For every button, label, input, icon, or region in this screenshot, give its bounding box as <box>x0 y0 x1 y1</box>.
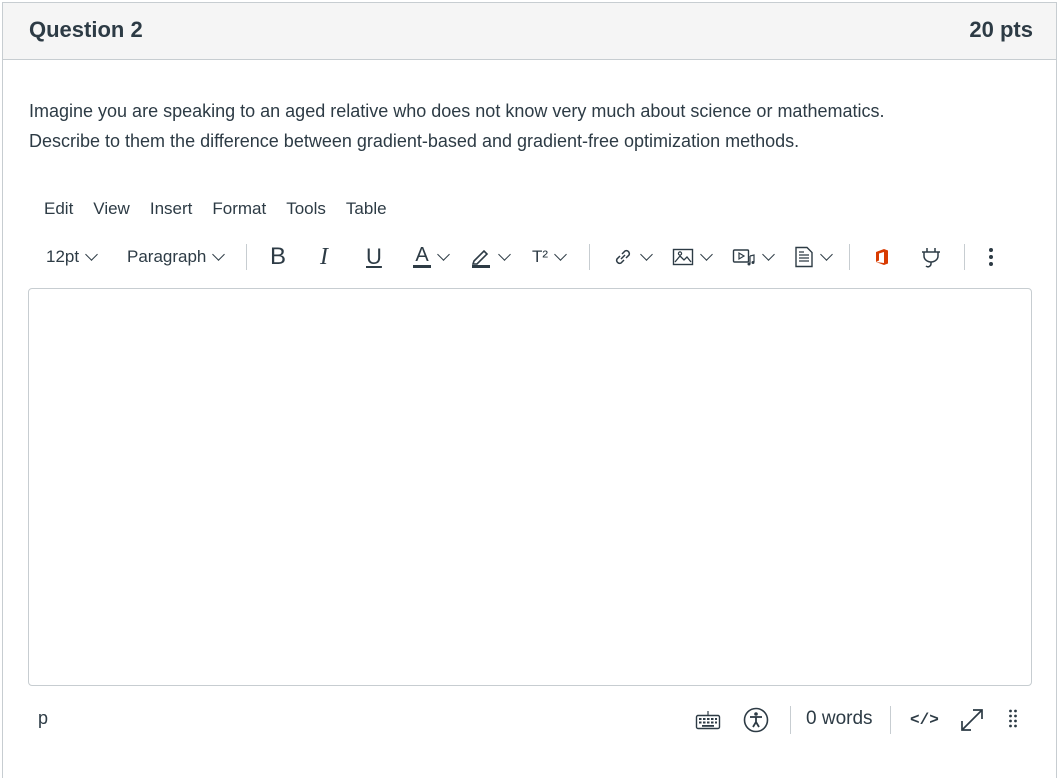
superscript-button[interactable]: T² <box>532 240 567 274</box>
statusbar-divider <box>790 706 791 734</box>
italic-icon: I <box>320 243 328 270</box>
font-size-value: 12pt <box>46 247 80 266</box>
image-icon <box>672 248 694 266</box>
bold-icon: B <box>270 243 287 270</box>
menu-tools[interactable]: Tools <box>272 197 336 221</box>
block-format-select[interactable]: Paragraph <box>127 240 226 274</box>
chevron-down-icon <box>437 247 450 261</box>
link-button[interactable] <box>612 240 653 274</box>
element-path[interactable]: p <box>38 708 48 729</box>
statusbar-divider <box>890 706 891 734</box>
underline-icon: U <box>366 244 382 269</box>
bold-button[interactable]: B <box>270 240 286 274</box>
highlight-button[interactable] <box>470 240 511 274</box>
question-text-line: Describe to them the difference between … <box>29 131 800 151</box>
keyboard-icon <box>695 711 721 730</box>
document-icon <box>795 246 813 268</box>
chevron-down-icon <box>700 247 713 261</box>
plug-icon <box>922 248 940 268</box>
accessibility-icon <box>743 707 769 733</box>
highlight-icon <box>471 249 490 268</box>
editor-menubar: Edit View Insert Format Tools Table <box>30 197 393 221</box>
media-button[interactable] <box>732 240 775 274</box>
block-format-value: Paragraph <box>127 247 207 266</box>
question-text: Imagine you are speaking to an aged rela… <box>29 96 1029 156</box>
toolbar-divider <box>589 244 590 270</box>
editor-toolbar: 12pt Paragraph B I U A T² <box>36 240 1036 274</box>
superscript-icon: T² <box>532 247 549 266</box>
menu-insert[interactable]: Insert <box>136 197 203 221</box>
link-icon <box>615 249 631 265</box>
menu-view[interactable]: View <box>79 197 140 221</box>
chevron-down-icon <box>212 247 226 261</box>
text-color-button[interactable]: A <box>413 240 450 274</box>
keyboard-shortcuts-button[interactable] <box>695 706 721 734</box>
question-title: Question 2 <box>29 17 143 42</box>
rich-text-editor[interactable] <box>28 288 1032 686</box>
word-count[interactable]: 0 words <box>806 708 873 730</box>
document-button[interactable] <box>794 240 833 274</box>
underline-button[interactable]: U <box>366 240 382 274</box>
menu-table[interactable]: Table <box>332 197 397 221</box>
accessibility-checker-button[interactable] <box>743 706 769 734</box>
more-button[interactable] <box>988 240 994 274</box>
chevron-down-icon <box>820 247 833 261</box>
toolbar-divider <box>849 244 850 270</box>
text-color-icon: A <box>413 245 431 268</box>
more-icon <box>989 248 993 266</box>
html-editor-toggle[interactable]: </> <box>910 706 939 734</box>
drag-handle-icon <box>1009 709 1017 728</box>
menu-format[interactable]: Format <box>198 197 276 221</box>
menu-edit[interactable]: Edit <box>30 197 83 221</box>
fullscreen-button[interactable] <box>958 706 986 734</box>
office-365-icon <box>876 249 888 265</box>
question-points: 20 pts <box>969 17 1033 42</box>
toolbar-divider <box>246 244 247 270</box>
plugins-button[interactable] <box>920 240 942 274</box>
resize-handle[interactable] <box>1008 706 1018 734</box>
chevron-down-icon <box>762 247 775 261</box>
editor-statusbar: p 0 words </> <box>28 700 1032 740</box>
chevron-down-icon <box>498 247 511 261</box>
office-365-button[interactable] <box>874 240 890 274</box>
image-button[interactable] <box>672 240 713 274</box>
question-text-line: Imagine you are speaking to an aged rela… <box>29 101 885 121</box>
fullscreen-icon <box>961 709 983 731</box>
font-size-select[interactable]: 12pt <box>46 240 98 274</box>
chevron-down-icon <box>85 247 98 261</box>
italic-button[interactable]: I <box>320 240 328 274</box>
question-header: Question 2 20 pts <box>3 3 1056 60</box>
toolbar-divider <box>964 244 965 270</box>
chevron-down-icon <box>640 247 653 261</box>
media-icon <box>732 249 755 266</box>
chevron-down-icon <box>554 247 567 261</box>
